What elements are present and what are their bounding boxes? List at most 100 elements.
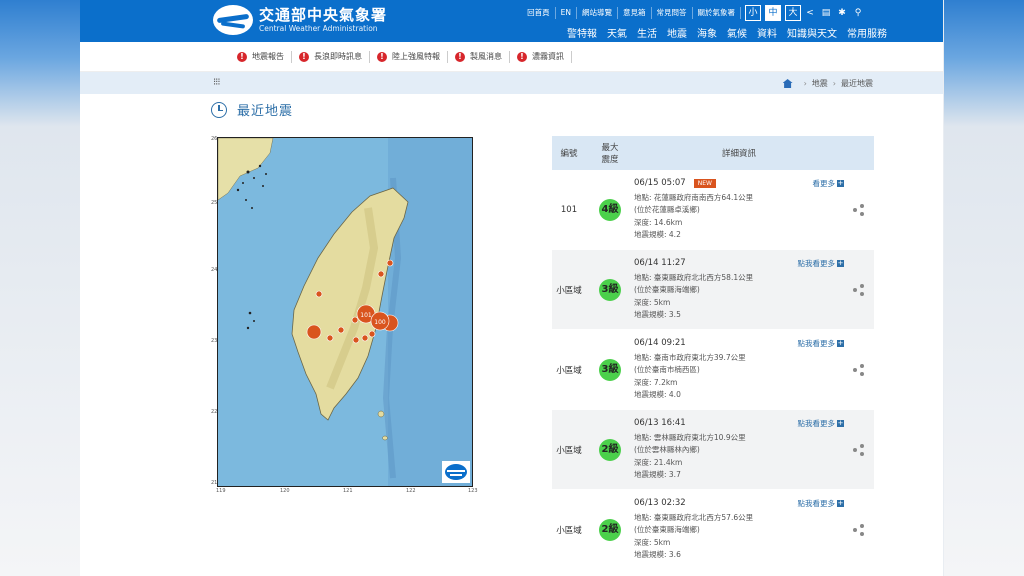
table-row[interactable]: 小區域 2級 06/13 02:32 點我看更多 + 地點: 臺東縣政府北北西方5… (552, 490, 874, 570)
quake-location: 地點: 臺東縣政府北北西方57.6公里 (634, 512, 754, 522)
lon-tick: 120 (280, 488, 290, 494)
quake-number: 小區域 (556, 445, 582, 456)
table-row[interactable]: 小區域 3級 06/14 11:27 點我看更多 + 地點: 臺東縣政府北北西方5… (552, 250, 874, 330)
marker-label: 101 (360, 312, 372, 319)
quake-depth: 深度: 14.6km (634, 217, 683, 227)
nav-weather[interactable]: 天氣 (607, 25, 627, 40)
share-icon[interactable] (853, 283, 865, 296)
top-link-faq[interactable]: 常見問答 (652, 7, 693, 19)
quake-depth: 深度: 5km (634, 297, 671, 307)
alert-item[interactable]: ! 長浪即時訊息 (292, 50, 370, 63)
cwa-logo-icon (213, 5, 253, 35)
quake-magnitude: 地震規模: 3.7 (634, 470, 681, 479)
nav-warnings[interactable]: 警特報 (567, 25, 597, 40)
site-logo[interactable]: 交通部中央氣象署 Central Weather Administration (213, 5, 387, 35)
page: 交通部中央氣象署 Central Weather Administration … (80, 0, 943, 576)
see-more-link[interactable]: 點我看更多 + (798, 498, 844, 509)
plus-icon: + (837, 498, 844, 507)
site-header: 交通部中央氣象署 Central Weather Administration … (80, 0, 943, 42)
breadcrumb-current: 最近地震 (841, 79, 873, 88)
quake-area: (位於臺東縣海端鄉) (634, 285, 700, 294)
quake-depth: 深度: 21.4km (634, 457, 683, 467)
lon-tick: 121 (343, 488, 353, 494)
alert-item[interactable]: ! 陸上強風特報 (370, 50, 448, 63)
alert-icon: ! (237, 51, 247, 62)
lon-tick: 119 (216, 488, 226, 494)
lon-tick: 123 (468, 488, 478, 494)
font-size-medium[interactable]: 中 (765, 5, 781, 21)
page-heading: 最近地震 (211, 100, 293, 119)
share-icon[interactable] (853, 203, 865, 216)
top-link-en[interactable]: EN (556, 7, 577, 19)
quake-depth: 深度: 5km (634, 537, 671, 547)
alert-item[interactable]: ! 製風消息 (448, 50, 510, 63)
nav-data[interactable]: 資料 (757, 25, 777, 40)
see-more-link[interactable]: 點我看更多 + (798, 338, 844, 349)
chevron-right-icon: › (803, 79, 807, 88)
table-row[interactable]: 小區域 2級 06/13 16:41 點我看更多 + 地點: 雲林縣政府東北方10… (552, 410, 874, 490)
search-icon[interactable]: ⚲ (851, 8, 865, 18)
intensity-badge: 2級 (599, 438, 621, 461)
quake-area: (位於臺南市楠西區) (634, 365, 700, 374)
plus-icon: + (837, 258, 844, 267)
header-details: 詳細資訊 (721, 149, 756, 159)
top-link-feedback[interactable]: 意見箱 (618, 7, 652, 19)
marker-label: 100 (374, 319, 386, 326)
alert-item[interactable]: ! 濃霧資訊 (510, 50, 572, 63)
quake-depth: 深度: 7.2km (634, 377, 678, 387)
quake-time: 06/15 05:07 (634, 178, 686, 188)
quake-time: 06/14 09:21 (634, 338, 686, 348)
nav-services[interactable]: 常用服務 (847, 25, 887, 40)
header-intensity: 最大 震度 (601, 143, 619, 165)
clock-icon (211, 101, 227, 118)
home-icon[interactable] (782, 79, 793, 88)
top-link-sitemap[interactable]: 網站導覽 (577, 7, 618, 19)
share-icon[interactable] (853, 443, 865, 456)
taiwan-map-svg: 101 100 (218, 138, 472, 486)
top-links: 回首頁 EN 網站導覽 意見箱 常見問答 關於氣象署 小 中 大 < ▤ ✱ ⚲ (522, 5, 865, 21)
table-row[interactable]: 小區域 3級 06/14 09:21 點我看更多 + 地點: 臺南市政府東北方39… (552, 330, 874, 410)
top-link-home[interactable]: 回首頁 (522, 7, 556, 19)
share-icon[interactable]: < (803, 8, 817, 18)
gear-icon[interactable]: ✱ (835, 8, 849, 18)
nav-marine[interactable]: 海象 (697, 25, 717, 40)
intensity-badge: 3級 (599, 278, 621, 301)
earthquake-map[interactable]: 26 25 24 23 22 21 119 120 121 122 123 10… (211, 134, 478, 494)
see-more-link[interactable]: 點我看更多 + (798, 418, 844, 429)
nav-knowledge[interactable]: 知識與天文 (787, 25, 837, 40)
quake-time: 06/13 16:41 (634, 418, 686, 428)
site-title: 交通部中央氣象署 (259, 6, 388, 24)
menu-dots-icon[interactable]: ⁝⁝⁝ (213, 77, 220, 88)
print-icon[interactable]: ▤ (819, 8, 833, 18)
share-icon[interactable] (853, 523, 865, 536)
quake-number: 101 (560, 204, 578, 215)
plus-icon: + (837, 178, 844, 187)
share-icon[interactable] (853, 363, 865, 376)
font-size-small[interactable]: 小 (745, 5, 761, 21)
nav-climate[interactable]: 氣候 (727, 25, 747, 40)
quake-area: (位於臺東縣海端鄉) (634, 525, 700, 534)
see-more-link[interactable]: 點我看更多 + (798, 258, 844, 269)
quake-location: 地點: 花蓮縣政府南南西方64.1公里 (634, 192, 754, 202)
alert-bar: ! 地震報告 ! 長浪即時訊息 ! 陸上強風特報 ! 製風消息 ! 濃霧資訊 (80, 42, 943, 72)
alert-icon: ! (377, 51, 387, 62)
earthquake-table: 編號 最大 震度 詳細資訊 101 4級 06/15 05:07 NEW 看更多… (552, 136, 874, 570)
table-row[interactable]: 101 4級 06/15 05:07 NEW 看更多 + 地點: 花蓮縣政府南南西… (552, 170, 874, 250)
top-link-about[interactable]: 關於氣象署 (693, 7, 741, 19)
quake-number: 小區域 (556, 365, 582, 376)
nav-earthquake[interactable]: 地震 (667, 25, 687, 40)
new-badge: NEW (693, 178, 716, 188)
nav-life[interactable]: 生活 (637, 25, 657, 40)
quake-number: 小區域 (556, 525, 582, 536)
intensity-badge: 4級 (599, 198, 621, 221)
quake-magnitude: 地震規模: 3.5 (634, 310, 681, 319)
see-more-link[interactable]: 看更多 + (813, 178, 844, 189)
quake-time: 06/14 11:27 (634, 258, 686, 268)
alert-item[interactable]: ! 地震報告 (230, 50, 292, 63)
alert-icon: ! (299, 51, 309, 62)
font-size-large[interactable]: 大 (785, 5, 801, 21)
quake-location: 地點: 雲林縣政府東北方10.9公里 (634, 432, 746, 442)
breadcrumb-earthquake[interactable]: 地震 (812, 78, 828, 89)
quake-time: 06/13 02:32 (634, 498, 686, 508)
intensity-badge: 2級 (599, 518, 621, 541)
